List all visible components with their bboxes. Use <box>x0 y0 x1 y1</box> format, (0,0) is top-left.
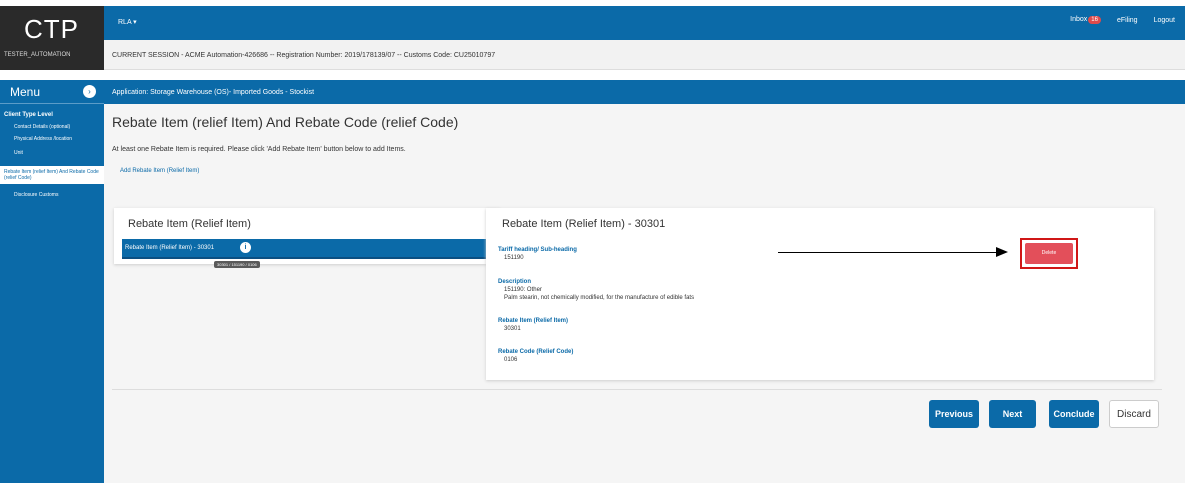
sidebar-item-disclosure-customs[interactable]: Disclosure Customs <box>0 184 94 198</box>
description-line-1: 151190: Other <box>504 287 542 293</box>
menu-title: Menu <box>10 85 41 99</box>
rebate-item-row[interactable]: Rebate Item (Relief Item) - 30301 <box>122 239 492 259</box>
tariff-field: Tariff heading/ Sub-heading 151190 <box>498 246 577 262</box>
annotation-arrow-line <box>778 252 998 253</box>
tooltip: 30301 / 151190 / 0106 <box>214 261 260 268</box>
delete-button[interactable]: Delete <box>1025 243 1073 264</box>
description-line-2: Palm stearin, not chemically modified, f… <box>504 295 695 301</box>
description-field: Description 151190: Other Palm stearin, … <box>498 278 694 302</box>
rebate-item-list-panel: Rebate Item (Relief Item) Rebate Item (R… <box>114 208 500 268</box>
description-label: Description <box>498 279 532 285</box>
discard-button[interactable]: Discard <box>1109 400 1159 428</box>
delete-highlight-box: Delete <box>1020 238 1078 269</box>
annotation-arrow-head <box>996 247 1008 257</box>
rebate-item-row-label: Rebate Item (Relief Item) - 30301 <box>125 245 215 251</box>
session-info: CURRENT SESSION - ACME Automation-426686… <box>104 40 1185 70</box>
menu-header: Menu › <box>0 80 104 104</box>
top-navbar: RLA ▾ Inbox 16 eFiling Logout <box>104 6 1185 40</box>
sidebar-item-contact-details[interactable]: Contact Details (optional) <box>0 118 94 130</box>
sidebar-item-unit[interactable]: Unit <box>0 142 94 156</box>
application-bar: Application: Storage Warehouse (OS)- Imp… <box>104 80 1185 104</box>
sidebar-item-rebate-item[interactable]: Rebate Item (relief Item) And Rebate Cod… <box>0 166 104 184</box>
tariff-value: 151190 <box>504 255 524 261</box>
next-button[interactable]: Next <box>989 400 1036 428</box>
conclude-button[interactable]: Conclude <box>1049 400 1099 428</box>
rebate-code-label: Rebate Code (Relief Code) <box>498 349 574 355</box>
inbox-label: Inbox <box>1070 16 1088 23</box>
rebate-item-field: Rebate Item (Relief Item) 30301 <box>498 317 568 333</box>
rebate-code-value: 0106 <box>504 357 518 363</box>
chevron-icon[interactable]: › <box>83 85 96 98</box>
inbox-link[interactable]: Inbox 16 <box>1070 16 1101 24</box>
top-right-links: Inbox 16 eFiling Logout <box>1070 16 1175 24</box>
rebate-item-value: 30301 <box>504 326 521 332</box>
logo-area: CTP TESTER_AUTOMATION <box>0 6 104 70</box>
rebate-code-field: Rebate Code (Relief Code) 0106 <box>498 348 573 364</box>
logout-link[interactable]: Logout <box>1154 17 1175 24</box>
add-rebate-item-link[interactable]: Add Rebate Item (Relief Item) <box>120 168 199 174</box>
tariff-label: Tariff heading/ Sub-heading <box>498 247 577 253</box>
info-icon[interactable]: i <box>240 242 251 253</box>
divider <box>112 389 1162 390</box>
sidebar-level: Client Type Level <box>4 112 53 118</box>
previous-button[interactable]: Previous <box>929 400 979 428</box>
rla-menu[interactable]: RLA ▾ <box>118 18 137 26</box>
rebate-item-detail-panel: Rebate Item (Relief Item) - 30301 Tariff… <box>486 208 1154 380</box>
efiling-link[interactable]: eFiling <box>1117 17 1138 24</box>
sidebar-item-physical-address[interactable]: Physical Address /location <box>0 130 94 142</box>
info-text: At least one Rebate Item is required. Pl… <box>112 146 406 153</box>
rebate-item-label: Rebate Item (Relief Item) <box>498 318 569 324</box>
inbox-count-badge: 16 <box>1088 16 1101 24</box>
list-panel-title: Rebate Item (Relief Item) <box>128 218 251 230</box>
page-title: Rebate Item (relief Item) And Rebate Cod… <box>112 114 459 130</box>
detail-panel-title: Rebate Item (Relief Item) - 30301 <box>502 218 666 230</box>
logo: CTP <box>24 14 79 44</box>
username: TESTER_AUTOMATION <box>4 52 71 58</box>
sidebar: Menu › Client Type Level Contact Details… <box>0 80 104 483</box>
main-content: Rebate Item (relief Item) And Rebate Cod… <box>104 104 1185 483</box>
